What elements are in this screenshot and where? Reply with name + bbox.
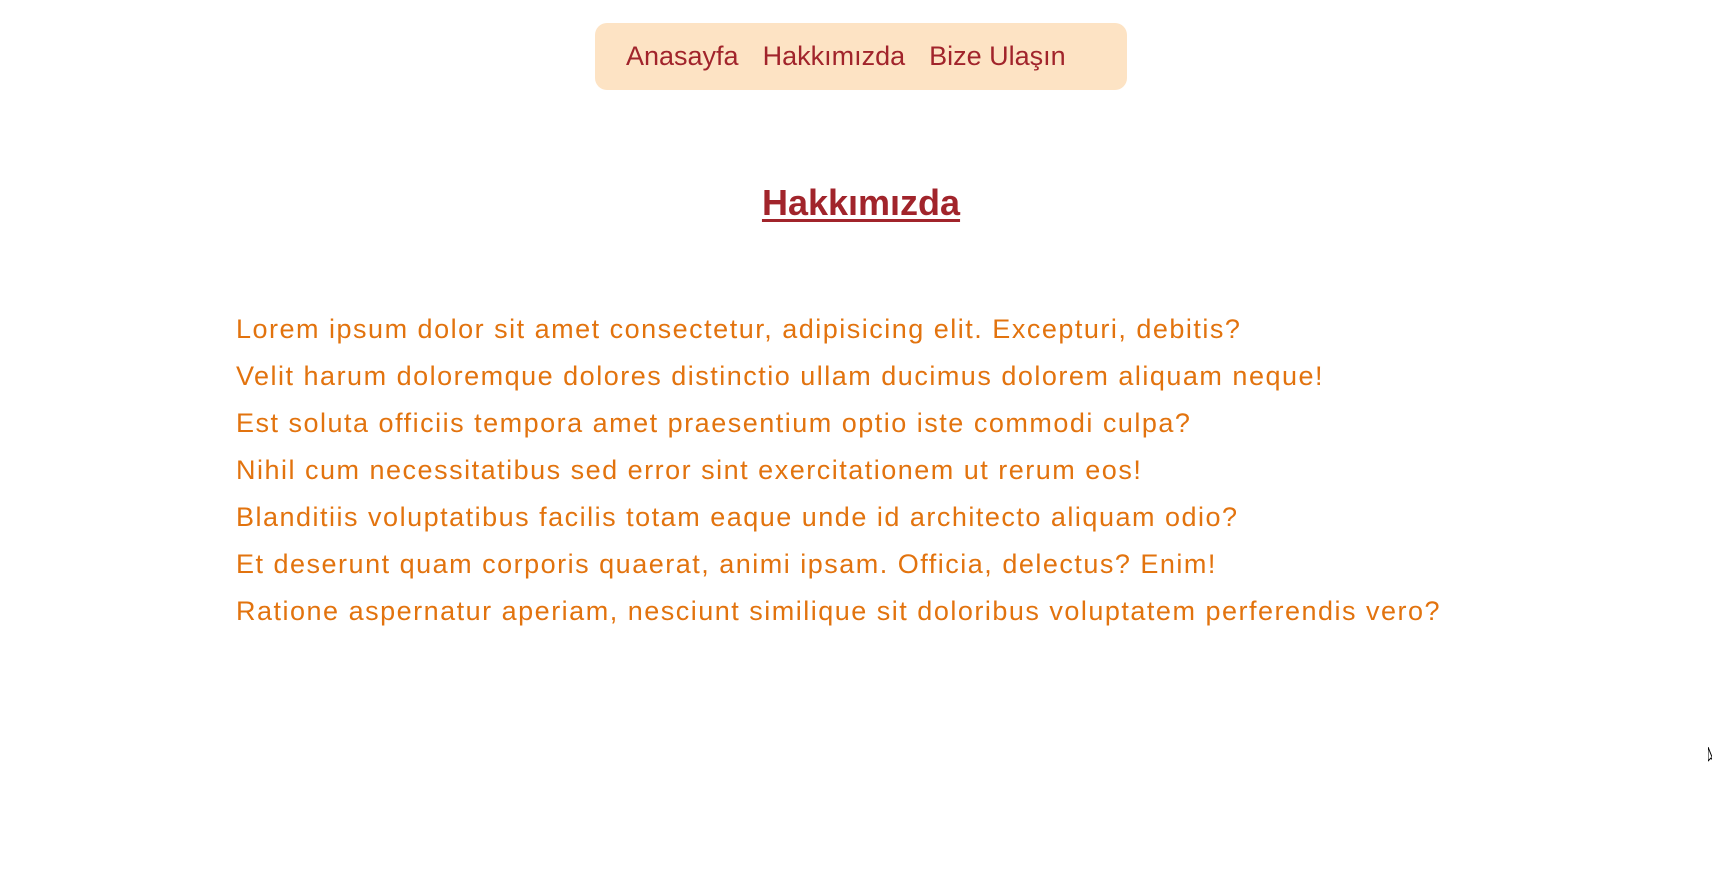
paragraph-line: Est soluta officiis tempora amet praesen… [236, 408, 1192, 438]
paragraph-line: Lorem ipsum dolor sit amet consectetur, … [236, 314, 1242, 344]
mouse-cursor-icon [1708, 747, 1712, 762]
paragraph-line: Et deserunt quam corporis quaerat, animi… [236, 549, 1217, 579]
nav-link-home[interactable]: Anasayfa [626, 41, 739, 72]
nav-link-about[interactable]: Hakkımızda [763, 41, 906, 72]
page-title: Hakkımızda [761, 182, 961, 223]
paragraph-line: Velit harum doloremque dolores distincti… [236, 361, 1325, 391]
paragraph-line: Nihil cum necessitatibus sed error sint … [236, 455, 1143, 485]
paragraph-line: Blanditiis voluptatibus facilis totam ea… [236, 502, 1239, 532]
top-navigation: Anasayfa Hakkımızda Bize Ulaşın [595, 23, 1127, 90]
nav-link-contact[interactable]: Bize Ulaşın [929, 41, 1066, 72]
about-paragraph: Lorem ipsum dolor sit amet consectetur, … [236, 306, 1466, 635]
paragraph-line: Ratione aspernatur aperiam, nesciunt sim… [236, 596, 1442, 626]
